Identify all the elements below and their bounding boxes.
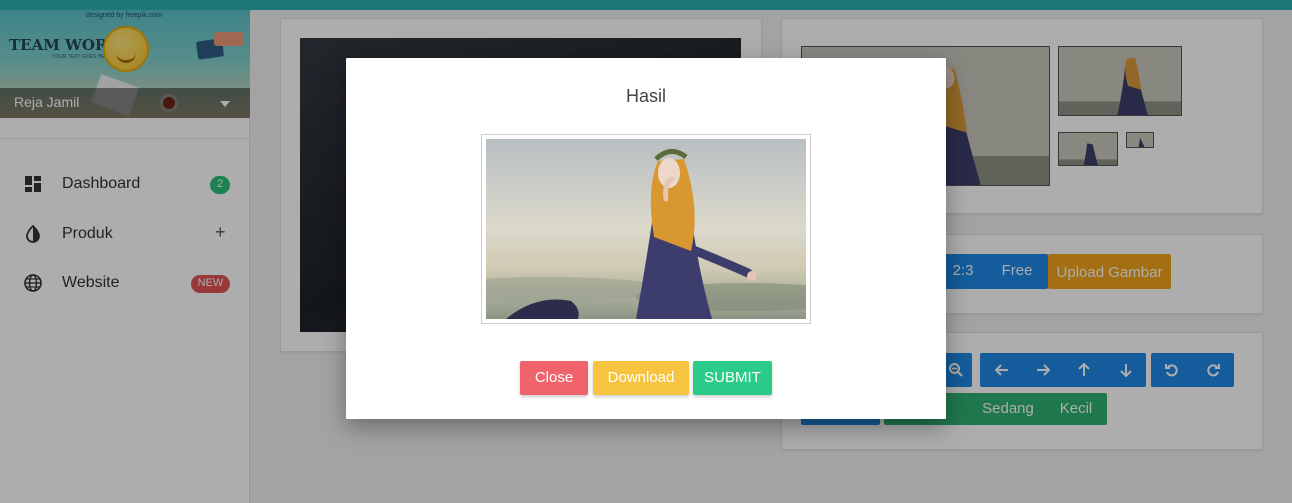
result-image-frame: [481, 134, 811, 324]
submit-button[interactable]: SUBMIT: [693, 361, 772, 395]
close-button[interactable]: Close: [520, 361, 588, 395]
modal-title: Hasil: [625, 86, 666, 106]
result-modal: Hasil Close Download SUBMIT: [346, 58, 946, 419]
download-button[interactable]: Download: [593, 361, 689, 395]
result-image: [486, 139, 806, 319]
